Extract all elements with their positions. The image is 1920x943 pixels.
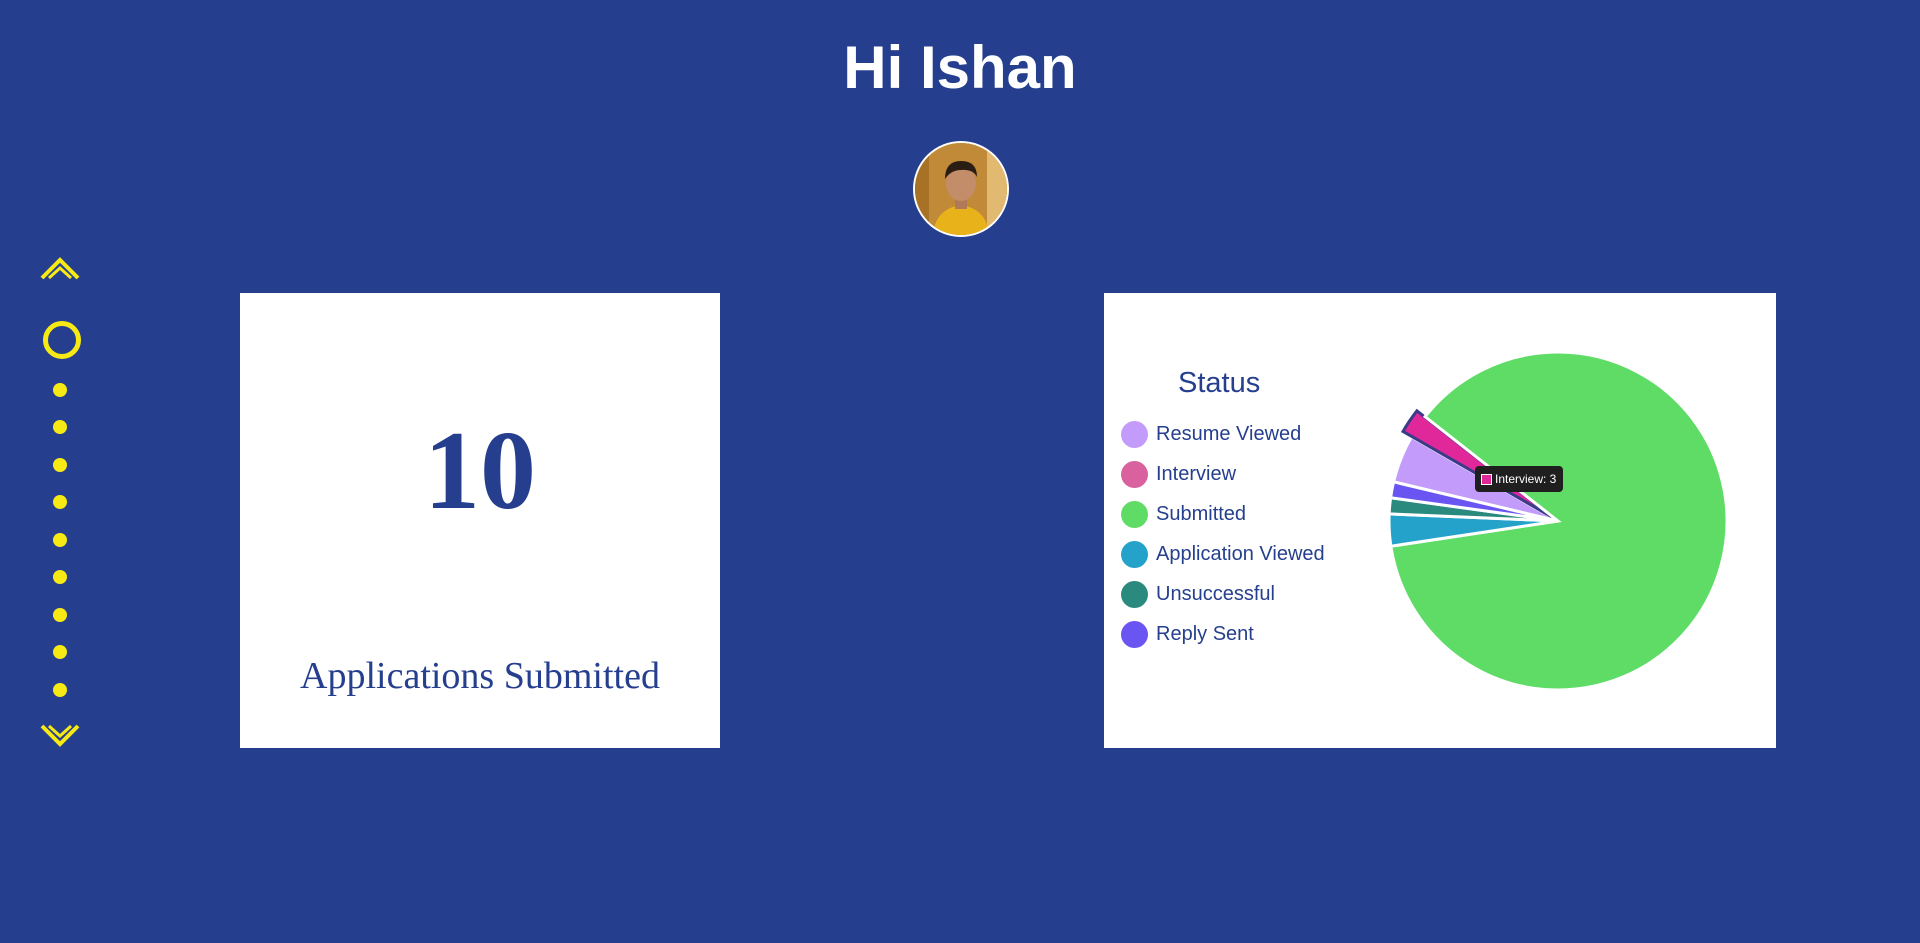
- legend-item[interactable]: Unsuccessful: [1121, 580, 1275, 608]
- profile-photo-icon: [915, 143, 1007, 235]
- applications-count-label: Applications Submitted: [300, 655, 660, 697]
- section-dot[interactable]: [53, 458, 67, 472]
- applications-count-card: 10 Applications Submitted: [240, 293, 720, 748]
- legend-swatch: [1121, 420, 1148, 448]
- applications-count-value: 10: [424, 409, 536, 533]
- legend-swatch: [1121, 540, 1148, 568]
- legend-label: Application Viewed: [1156, 543, 1325, 565]
- legend-swatch: [1121, 580, 1148, 608]
- legend-item[interactable]: Submitted: [1121, 500, 1246, 528]
- legend-item[interactable]: Interview: [1121, 460, 1236, 488]
- tooltip-text: Interview: 3: [1495, 472, 1557, 486]
- section-dot[interactable]: [53, 570, 67, 584]
- legend-item[interactable]: Resume Viewed: [1121, 420, 1301, 448]
- legend-title: Status: [1178, 367, 1261, 399]
- avatar[interactable]: [913, 141, 1009, 237]
- tooltip-swatch: [1481, 473, 1492, 485]
- legend-swatch: [1121, 620, 1148, 648]
- chart-tooltip: Interview: 3: [1475, 466, 1564, 492]
- active-section-indicator[interactable]: [43, 321, 81, 359]
- chevron-up-icon[interactable]: [40, 254, 80, 280]
- chevron-down-icon[interactable]: [40, 724, 80, 750]
- section-dot[interactable]: [53, 420, 67, 434]
- section-dot[interactable]: [53, 645, 67, 659]
- legend-label: Reply Sent: [1156, 623, 1254, 645]
- legend-label: Submitted: [1156, 503, 1247, 525]
- section-dot[interactable]: [53, 495, 67, 509]
- section-dot[interactable]: [53, 533, 67, 547]
- legend-label: Interview: [1156, 463, 1237, 485]
- section-scroll-nav: [38, 250, 82, 770]
- status-chart-card: Status Resume Viewed Interview Submitted Ap…: [1104, 293, 1776, 748]
- legend-item[interactable]: Reply Sent: [1121, 620, 1254, 648]
- legend-label: Unsuccessful: [1156, 583, 1275, 605]
- legend-swatch: [1121, 500, 1148, 528]
- greeting-heading: Hi Ishan: [843, 34, 1077, 101]
- section-dot[interactable]: [53, 383, 67, 397]
- legend-label: Resume Viewed: [1156, 423, 1302, 445]
- section-dot[interactable]: [53, 608, 67, 622]
- section-dot[interactable]: [53, 683, 67, 697]
- legend-swatch: [1121, 460, 1148, 488]
- legend-item[interactable]: Application Viewed: [1121, 540, 1325, 568]
